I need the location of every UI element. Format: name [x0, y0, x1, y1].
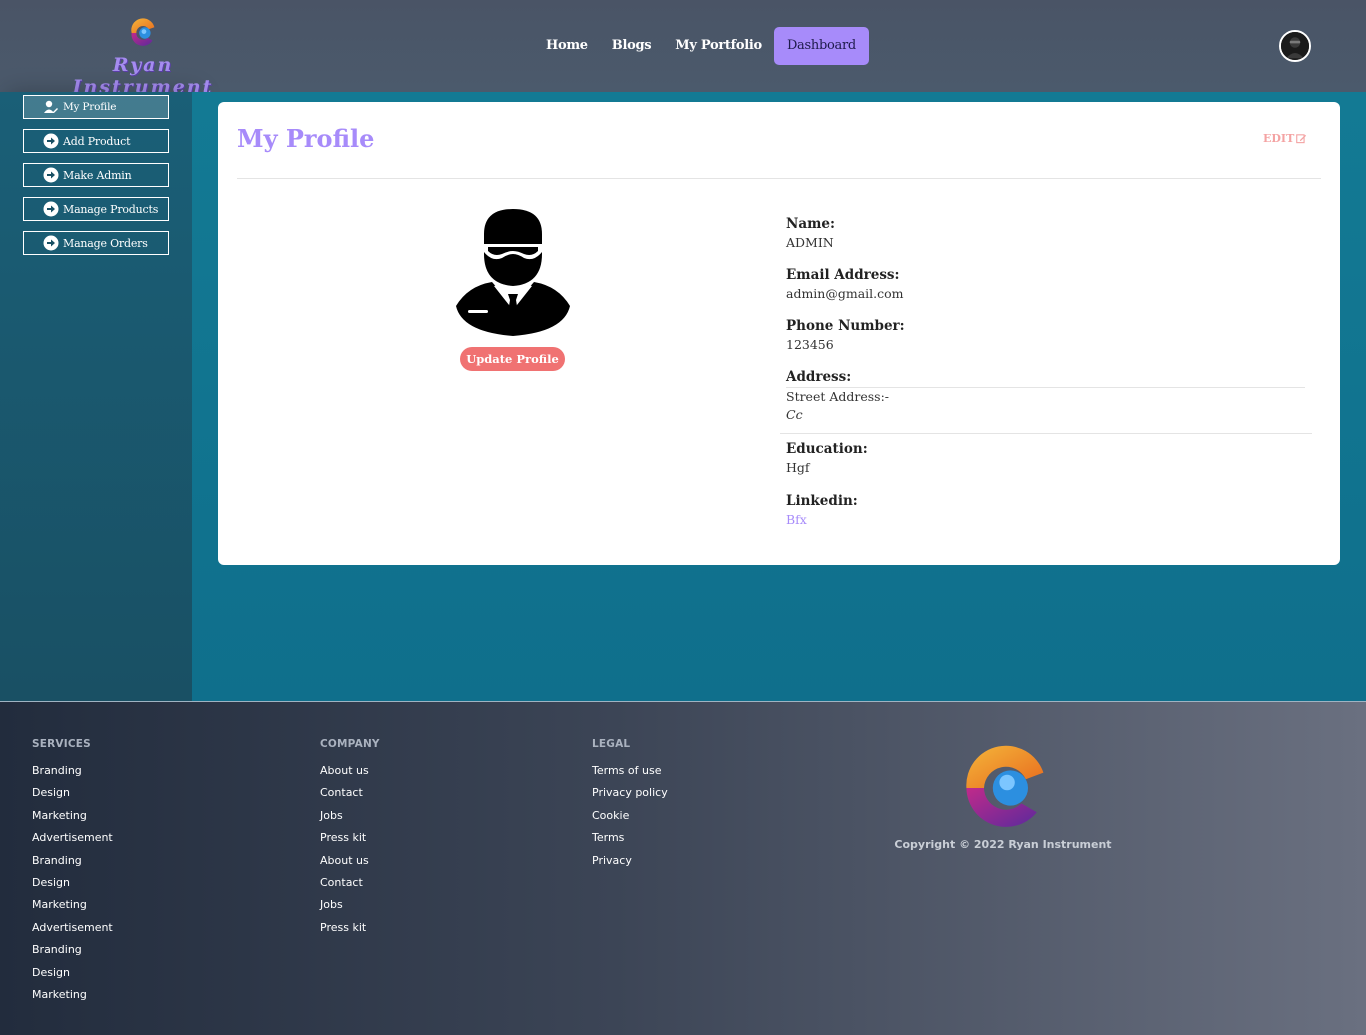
brand-logo[interactable]: Ryan Instrument [38, 12, 248, 98]
sidebar-item-label: Manage Orders [63, 236, 148, 250]
footer-link[interactable]: Marketing [32, 898, 113, 920]
footer-link[interactable]: About us [320, 764, 380, 786]
sidebar-item-add-product[interactable]: Add Product [23, 129, 169, 153]
linkedin-link[interactable]: Bfx [786, 512, 858, 527]
arrow-circle-right-icon [43, 201, 59, 217]
page-title: My Profile [237, 124, 375, 153]
profile-avatar-icon [456, 209, 570, 336]
nav-blogs[interactable]: Blogs [600, 27, 664, 65]
footer-link[interactable]: About us [320, 854, 380, 876]
sidebar-item-my-profile[interactable]: My Profile [23, 95, 169, 119]
address-divider [786, 387, 1305, 388]
arrow-circle-right-icon [43, 235, 59, 251]
field-label: Linkedin: [786, 493, 858, 509]
footer-link[interactable]: Design [32, 786, 113, 808]
footer-services: SERVICES Branding Design Marketing Adver… [32, 738, 113, 1010]
card-divider [237, 178, 1321, 179]
edit-label: EDIT [1263, 132, 1295, 145]
footer-link[interactable]: Jobs [320, 898, 380, 920]
footer-logo-icon [966, 745, 1044, 827]
field-street-label: Street Address:- [786, 389, 890, 404]
field-address: Address: Street Address:- Cc [786, 369, 889, 422]
copyright-text: Copyright © 2022 Ryan Instrument [894, 838, 1112, 851]
footer-heading: SERVICES [32, 738, 91, 750]
edit-profile-link[interactable]: EDIT [1263, 132, 1307, 145]
footer-link[interactable]: Design [32, 876, 113, 898]
brand-logo-icon [131, 18, 155, 46]
field-value: admin@gmail.com [786, 286, 904, 301]
footer-heading: LEGAL [592, 738, 631, 750]
footer-link[interactable]: Terms of use [592, 764, 668, 786]
footer-link[interactable]: Cookie [592, 809, 668, 831]
field-label: Address: [786, 369, 852, 385]
footer-heading: COMPANY [320, 738, 380, 750]
user-avatar[interactable] [1279, 30, 1311, 62]
footer-link[interactable]: Advertisement [32, 921, 113, 943]
arrow-circle-right-icon [43, 167, 59, 183]
profile-card: My Profile EDIT Update Profile Name: ADM… [218, 102, 1340, 565]
field-linkedin: Linkedin: Bfx [786, 493, 858, 527]
sidebar-item-manage-orders[interactable]: Manage Orders [23, 231, 169, 255]
field-label: Name: [786, 216, 835, 232]
sidebar-item-label: Manage Products [63, 202, 159, 216]
footer-link[interactable]: Privacy policy [592, 786, 668, 808]
user-edit-icon [43, 99, 59, 115]
edit-icon [1296, 134, 1307, 144]
field-phone: Phone Number: 123456 [786, 318, 905, 352]
sidebar-item-label: Add Product [63, 134, 131, 148]
field-email: Email Address: admin@gmail.com [786, 267, 904, 301]
footer-link[interactable]: Privacy [592, 854, 668, 876]
footer-link[interactable]: Jobs [320, 809, 380, 831]
footer-link[interactable]: Marketing [32, 809, 113, 831]
footer-legal: LEGAL Terms of use Privacy policy Cookie… [592, 738, 668, 876]
sidebar-item-label: My Profile [63, 101, 117, 113]
footer-link[interactable]: Advertisement [32, 831, 113, 853]
arrow-circle-right-icon [43, 133, 59, 149]
field-value: Cc [786, 407, 803, 422]
top-navbar: Ryan Instrument Home Blogs My Portfolio … [0, 0, 1366, 98]
nav-my-portfolio[interactable]: My Portfolio [663, 27, 774, 65]
dashboard-sidebar: My Profile Add Product Make Admin Manage… [0, 92, 192, 701]
sidebar-item-manage-products[interactable]: Manage Products [23, 197, 169, 221]
sidebar-item-make-admin[interactable]: Make Admin [23, 163, 169, 187]
main-nav: Home Blogs My Portfolio Dashboard [534, 27, 869, 65]
field-value: 123456 [786, 337, 834, 352]
field-value: Hgf [786, 460, 810, 475]
field-education: Education: Hgf [786, 441, 868, 475]
footer-link[interactable]: Branding [32, 854, 113, 876]
footer-link[interactable]: Press kit [320, 831, 380, 853]
footer-link[interactable]: Contact [320, 876, 380, 898]
user-avatar-icon [1281, 32, 1309, 60]
footer-link[interactable]: Terms [592, 831, 668, 853]
footer-link[interactable]: Marketing [32, 988, 113, 1010]
field-label: Education: [786, 441, 868, 457]
footer-link[interactable]: Design [32, 966, 113, 988]
field-name: Name: ADMIN [786, 216, 835, 250]
update-profile-button[interactable]: Update Profile [460, 347, 565, 371]
footer-company: COMPANY About us Contact Jobs Press kit … [320, 738, 380, 943]
nav-dashboard[interactable]: Dashboard [773, 27, 869, 65]
footer-link[interactable]: Branding [32, 943, 113, 965]
field-value: ADMIN [786, 235, 834, 250]
footer-link[interactable]: Branding [32, 764, 113, 786]
footer-link[interactable]: Press kit [320, 921, 380, 943]
sidebar-item-label: Make Admin [63, 168, 132, 182]
address-divider [780, 433, 1312, 434]
field-label: Phone Number: [786, 318, 905, 334]
site-footer: SERVICES Branding Design Marketing Adver… [0, 701, 1366, 1035]
field-label: Email Address: [786, 267, 900, 283]
footer-link[interactable]: Contact [320, 786, 380, 808]
nav-home[interactable]: Home [534, 27, 600, 65]
